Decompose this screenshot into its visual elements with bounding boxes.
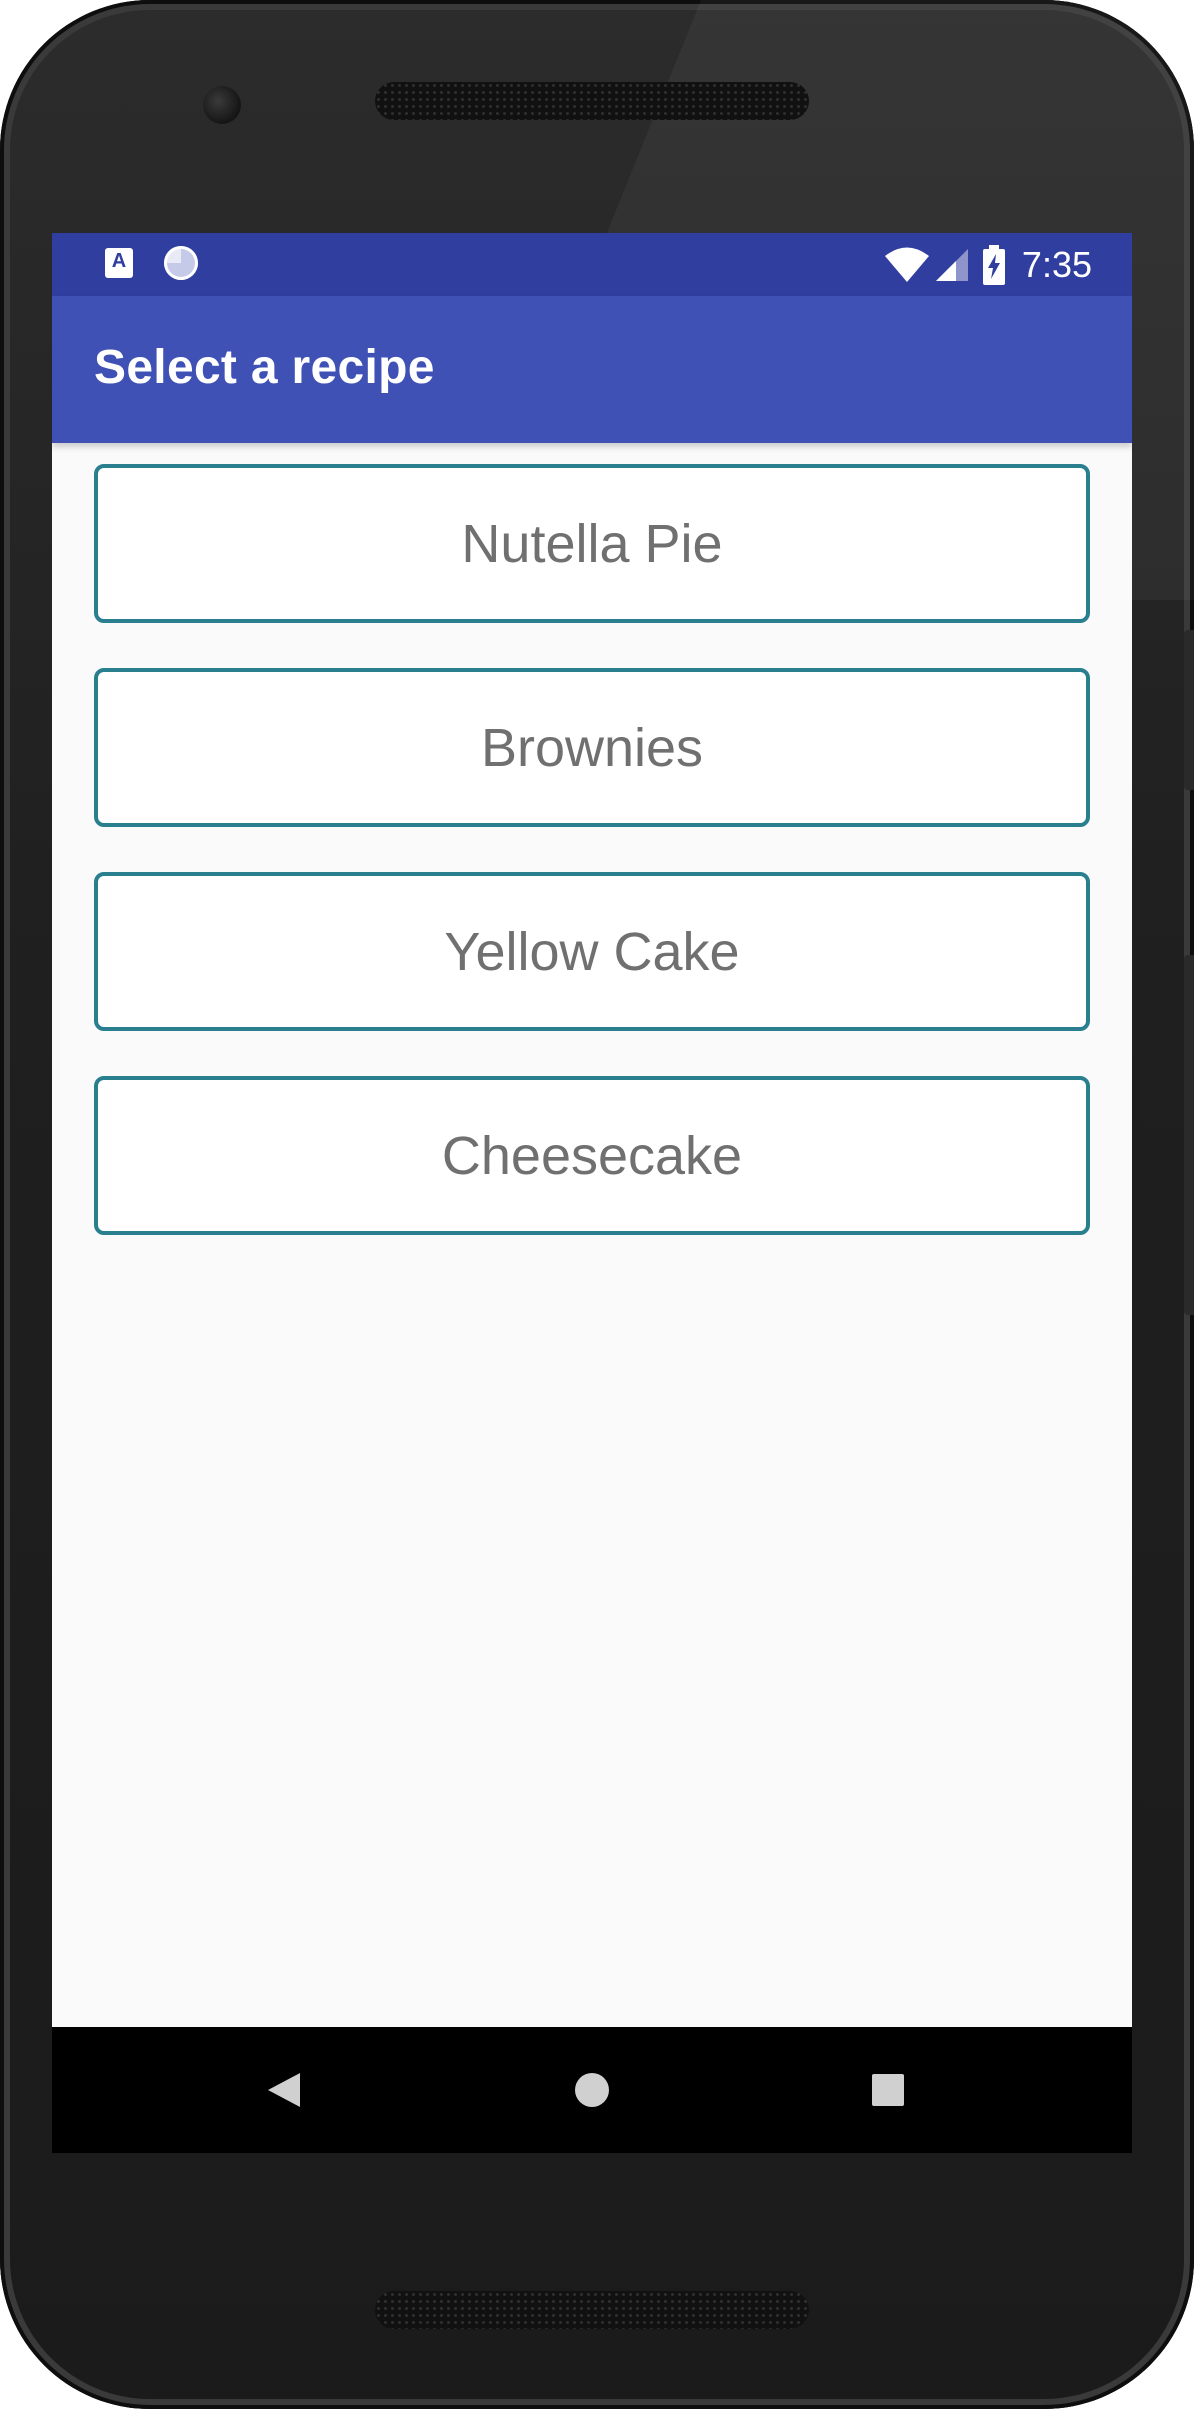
home-button[interactable] [532,2027,652,2153]
recipe-name: Cheesecake [441,1125,743,1186]
back-button[interactable] [224,2027,344,2153]
wifi-icon [884,247,929,282]
app-bar: Select a recipe [52,296,1132,443]
front-camera [203,86,241,124]
status-bar: A 7:35 [52,233,1132,296]
status-time: 7:35 [1021,244,1092,285]
recipe-name: Brownies [480,717,704,778]
text-notification-icon: A [105,248,133,278]
recipe-name: Yellow Cake [444,921,740,982]
sync-progress-icon [164,246,198,280]
volume-button[interactable] [1184,955,1194,1315]
navigation-bar [52,2027,1132,2153]
power-button[interactable] [1184,630,1194,790]
recipe-card-cheesecake[interactable]: Cheesecake [94,1076,1090,1235]
recents-button[interactable] [828,2027,948,2153]
recipe-card-brownies[interactable]: Brownies [94,668,1090,827]
back-icon [268,2073,300,2107]
recipe-list: Nutella Pie Brownies Yellow Cake Cheesec… [94,464,1090,1280]
status-right-group: 7:35 [884,243,1092,287]
recipe-name: Nutella Pie [461,513,723,574]
battery-charging-icon [982,245,1005,285]
top-speaker-grille [375,82,809,120]
recipe-card-nutella-pie[interactable]: Nutella Pie [94,464,1090,623]
cell-signal-icon [935,249,968,281]
bottom-speaker-grille [375,2291,809,2329]
page-title: Select a recipe [94,341,435,394]
phone-frame: A 7:35 Select a recipe Nutella Pie Brown… [0,0,1194,2409]
recipe-card-yellow-cake[interactable]: Yellow Cake [94,872,1090,1031]
device-screen: A 7:35 Select a recipe Nutella Pie Brown… [52,233,1132,2153]
recents-icon [872,2074,904,2106]
home-icon [575,2073,609,2107]
